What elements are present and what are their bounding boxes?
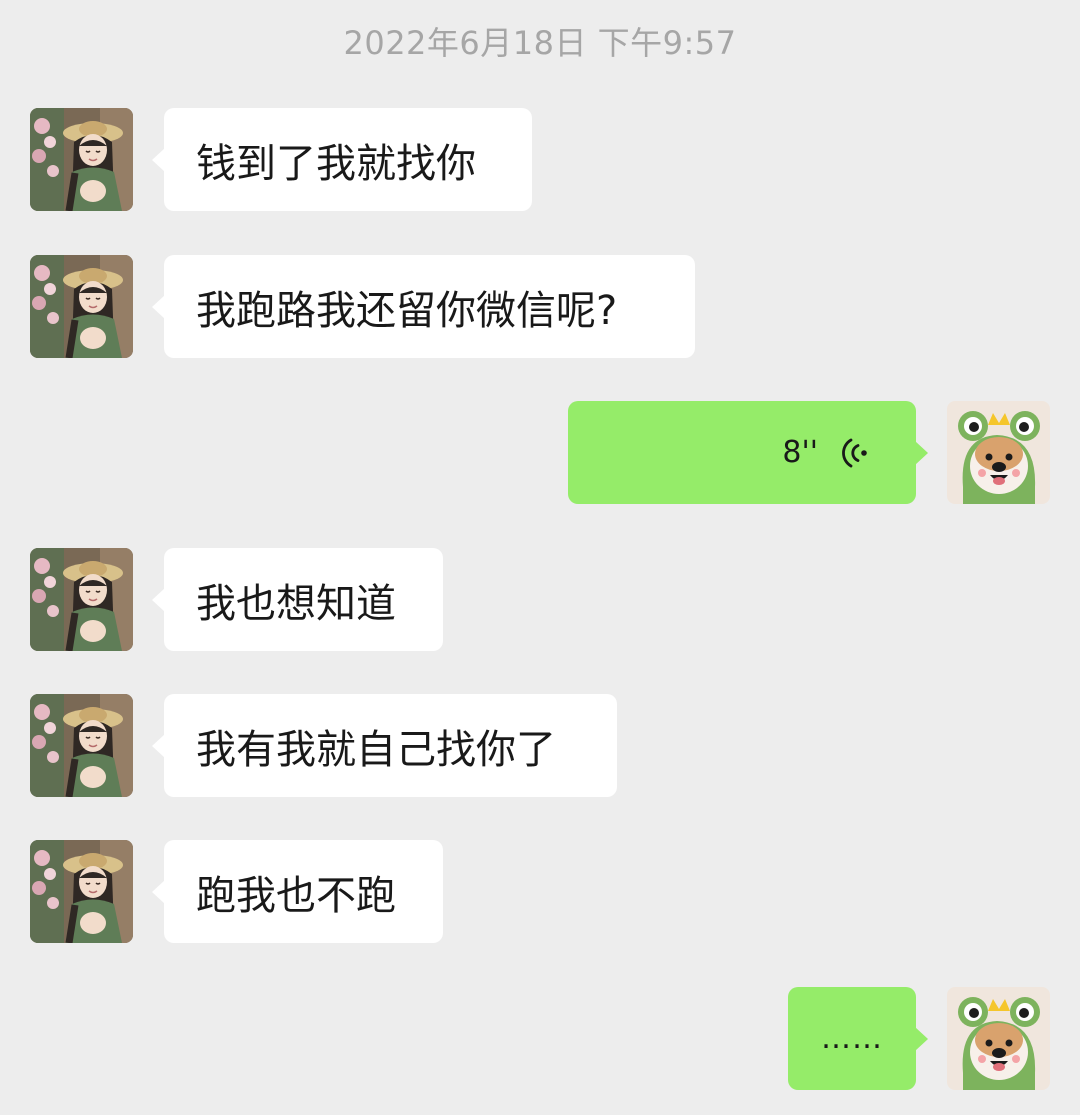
voice-duration: 8'' — [782, 435, 818, 470]
outgoing-voice-message-bubble[interactable]: 8'' — [568, 401, 928, 504]
message-text: …… — [821, 1021, 883, 1056]
frog-hat-dog-avatar-icon — [947, 987, 1050, 1090]
girl-avatar-icon — [30, 840, 133, 943]
incoming-message-bubble[interactable]: 我有我就自己找你了 — [152, 694, 617, 797]
girl-avatar-icon — [30, 255, 133, 358]
my-avatar[interactable] — [947, 987, 1050, 1090]
message-text: 钱到了我就找你 — [196, 140, 476, 187]
message-text: 我跑路我还留你微信呢? — [196, 287, 618, 334]
contact-avatar[interactable] — [30, 255, 133, 358]
incoming-message-bubble[interactable]: 我跑路我还留你微信呢? — [152, 255, 695, 358]
contact-avatar[interactable] — [30, 694, 133, 797]
incoming-message-bubble[interactable]: 跑我也不跑 — [152, 840, 443, 943]
girl-avatar-icon — [30, 108, 133, 211]
contact-avatar[interactable] — [30, 840, 133, 943]
my-avatar[interactable] — [947, 401, 1050, 504]
girl-avatar-icon — [30, 548, 133, 651]
girl-avatar-icon — [30, 694, 133, 797]
contact-avatar[interactable] — [30, 108, 133, 211]
incoming-message-bubble[interactable]: 钱到了我就找你 — [152, 108, 532, 211]
incoming-message-bubble[interactable]: 我也想知道 — [152, 548, 443, 651]
outgoing-message-bubble[interactable]: …… — [788, 987, 928, 1090]
voice-wave-icon — [842, 438, 867, 467]
message-text: 跑我也不跑 — [196, 872, 396, 919]
frog-hat-dog-avatar-icon — [947, 401, 1050, 504]
contact-avatar[interactable] — [30, 548, 133, 651]
message-text: 我有我就自己找你了 — [196, 726, 556, 773]
message-text: 我也想知道 — [196, 580, 396, 627]
chat-timestamp: 2022年6月18日 下午9:57 — [343, 24, 737, 62]
